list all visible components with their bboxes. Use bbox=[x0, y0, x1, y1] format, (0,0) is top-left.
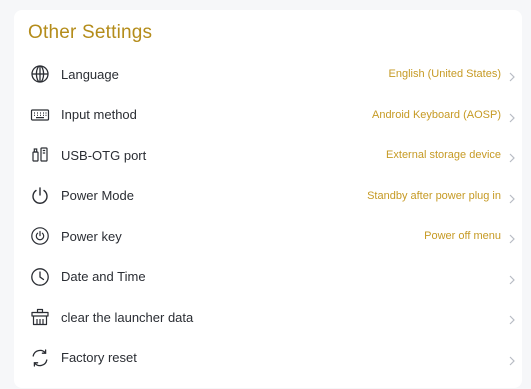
setting-row-clear-launcher[interactable]: clear the launcher data bbox=[14, 297, 522, 338]
setting-row-power-key[interactable]: Power key Power off menu bbox=[14, 216, 522, 257]
setting-value: Power off menu bbox=[424, 230, 501, 243]
basket-icon bbox=[30, 307, 50, 327]
power-icon bbox=[30, 186, 50, 206]
setting-label: Power key bbox=[61, 228, 122, 244]
setting-row-date-time[interactable]: Date and Time bbox=[14, 257, 522, 298]
globe-icon bbox=[30, 64, 50, 84]
reset-icon bbox=[30, 348, 50, 368]
setting-label: Language bbox=[61, 66, 119, 82]
setting-row-input-method[interactable]: Input method Android Keyboard (AOSP) bbox=[14, 95, 522, 136]
setting-label: Factory reset bbox=[61, 350, 137, 366]
setting-label: Date and Time bbox=[61, 269, 146, 285]
setting-row-factory-reset[interactable]: Factory reset bbox=[14, 338, 522, 379]
setting-label: Power Mode bbox=[61, 188, 134, 204]
section-title: Other Settings bbox=[28, 22, 153, 43]
setting-label: clear the launcher data bbox=[61, 309, 194, 325]
keyboard-icon bbox=[30, 105, 50, 125]
chevron-right-icon bbox=[508, 272, 516, 285]
setting-label: USB-OTG port bbox=[61, 147, 147, 163]
settings-list: Language English (United States) Input m… bbox=[14, 54, 522, 378]
chevron-right-icon bbox=[508, 69, 516, 82]
chevron-right-icon bbox=[508, 312, 516, 325]
setting-value: External storage device bbox=[386, 149, 501, 162]
chevron-right-icon bbox=[508, 110, 516, 123]
settings-card: Other Settings Language English (United … bbox=[14, 10, 522, 388]
chevron-right-icon bbox=[508, 231, 516, 244]
chevron-right-icon bbox=[508, 150, 516, 163]
chevron-right-icon bbox=[508, 191, 516, 204]
chevron-right-icon bbox=[508, 353, 516, 366]
clock-icon bbox=[30, 267, 50, 287]
setting-value: English (United States) bbox=[388, 68, 502, 81]
usb-otg-icon bbox=[30, 145, 50, 165]
power-key-icon bbox=[30, 226, 50, 246]
setting-value: Standby after power plug in bbox=[367, 189, 501, 202]
setting-value: Android Keyboard (AOSP) bbox=[371, 108, 501, 121]
setting-row-usb-otg[interactable]: USB-OTG port External storage device bbox=[14, 135, 522, 176]
setting-row-power-mode[interactable]: Power Mode Standby after power plug in bbox=[14, 176, 522, 217]
setting-label: Input method bbox=[61, 107, 137, 123]
setting-row-language[interactable]: Language English (United States) bbox=[14, 54, 522, 95]
